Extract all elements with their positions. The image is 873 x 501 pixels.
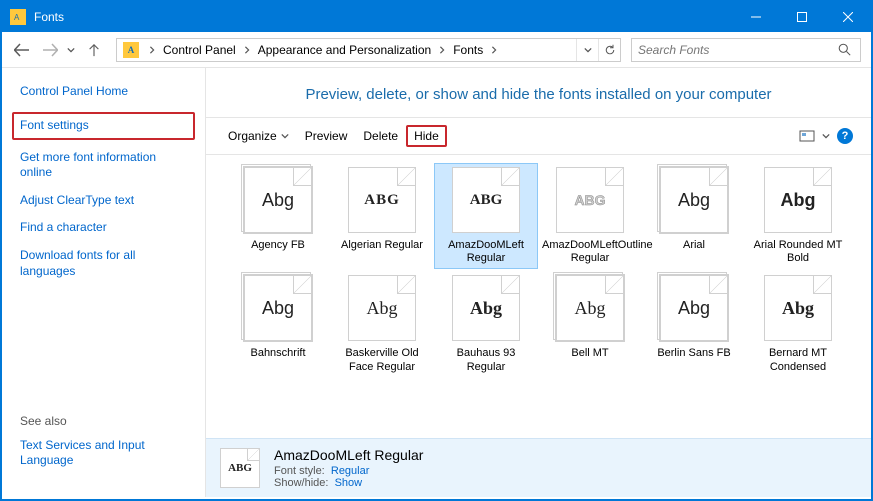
font-thumbnail: Abg [244,167,312,233]
font-label: Algerian Regular [341,239,423,252]
font-label: Agency FB [251,239,305,252]
search-icon[interactable] [834,43,854,56]
font-item[interactable]: Abg Berlin Sans FB [642,271,746,377]
forward-button[interactable] [36,36,64,64]
help-button[interactable]: ? [833,124,857,148]
chevron-right-icon[interactable] [435,46,449,54]
font-thumbnail: Abg [660,275,728,341]
font-label: AmazDooMLeftOutline Regular [542,239,638,265]
titlebar: A Fonts [2,2,871,32]
sidebar-link-more-info[interactable]: Get more font information online [20,150,187,181]
font-thumbnail: Abg [556,275,624,341]
font-item[interactable]: ABG AmazDooMLeftOutline Regular [538,163,642,269]
font-thumbnail: ABG [452,167,520,233]
font-item[interactable]: Abg Arial [642,163,746,269]
details-font-style[interactable]: Regular [331,465,370,477]
font-item[interactable]: ABG Algerian Regular [330,163,434,269]
recent-dropdown[interactable] [64,36,78,64]
font-item[interactable]: Abg Bahnschrift [226,271,330,377]
font-thumbnail: Abg [764,275,832,341]
chevron-right-icon[interactable] [145,46,159,54]
font-item[interactable]: Abg Bauhaus 93 Regular [434,271,538,377]
font-label: Arial [683,239,705,252]
search-input[interactable] [638,43,834,57]
search-box[interactable] [631,38,861,62]
font-label: Bell MT [571,347,608,360]
see-also-heading: See also [20,414,187,428]
address-dropdown[interactable] [576,39,598,61]
font-thumbnail: Abg [764,167,832,233]
control-panel-home-link[interactable]: Control Panel Home [20,84,187,98]
font-label: Baskerville Old Face Regular [334,347,430,373]
font-label: Berlin Sans FB [657,347,730,360]
breadcrumb-item[interactable]: Control Panel [159,39,240,61]
font-grid: Abg Agency FB ABG Algerian Regular ABG AmazDo… [206,155,871,438]
font-item[interactable]: Abg Bell MT [538,271,642,377]
font-thumbnail: Abg [452,275,520,341]
font-thumbnail: Abg [244,275,312,341]
breadcrumb-item[interactable]: Fonts [449,39,487,61]
preview-button[interactable]: Preview [297,125,356,147]
sidebar-link-text-services[interactable]: Text Services and Input Language [20,438,187,469]
font-thumbnail: Abg [348,275,416,341]
delete-button[interactable]: Delete [355,125,406,147]
font-item[interactable]: ABG AmazDooMLeft Regular [434,163,538,269]
details-showhide[interactable]: Show [335,477,363,489]
refresh-button[interactable] [598,39,620,61]
minimize-button[interactable] [733,2,779,32]
page-title: Preview, delete, or show and hide the fo… [206,68,871,117]
organize-button[interactable]: Organize [220,125,297,147]
details-pane: ABG AmazDooMLeft Regular Font style: Reg… [206,438,871,497]
font-label: Bahnschrift [250,347,305,360]
navbar: A Control Panel Appearance and Personali… [2,32,871,68]
up-button[interactable] [82,38,106,62]
font-thumbnail: ABG [348,167,416,233]
font-label: Arial Rounded MT Bold [750,239,846,265]
hide-button[interactable]: Hide [406,125,447,147]
sidebar-link-download-fonts[interactable]: Download fonts for all languages [20,248,187,279]
chevron-right-icon[interactable] [487,46,501,54]
toolbar: Organize Preview Delete Hide ? [206,117,871,155]
font-label: Bauhaus 93 Regular [438,347,534,373]
fonts-folder-icon: A [123,42,139,58]
window-title: Fonts [34,10,733,24]
sidebar-link-find-char[interactable]: Find a character [20,220,187,236]
view-options-button[interactable] [795,124,819,148]
breadcrumb-item[interactable]: Appearance and Personalization [254,39,435,61]
fonts-folder-icon: A [10,9,26,25]
font-label: Bernard MT Condensed [750,347,846,373]
back-button[interactable] [8,36,36,64]
sidebar: Control Panel Home Font settings Get mor… [2,68,206,497]
font-label: AmazDooMLeft Regular [438,239,534,265]
font-item[interactable]: Abg Arial Rounded MT Bold [746,163,850,269]
address-bar[interactable]: A Control Panel Appearance and Personali… [116,38,621,62]
font-thumbnail: ABG [556,167,624,233]
view-dropdown[interactable] [819,124,833,148]
font-item[interactable]: Abg Agency FB [226,163,330,269]
sidebar-link-font-settings[interactable]: Font settings [12,112,195,140]
font-item[interactable]: Abg Baskerville Old Face Regular [330,271,434,377]
details-title: AmazDooMLeft Regular [274,447,423,463]
close-button[interactable] [825,2,871,32]
font-item[interactable]: Abg Bernard MT Condensed [746,271,850,377]
details-thumbnail: ABG [220,448,260,488]
svg-text:A: A [14,13,20,22]
sidebar-link-cleartype[interactable]: Adjust ClearType text [20,193,187,209]
chevron-right-icon[interactable] [240,46,254,54]
font-thumbnail: Abg [660,167,728,233]
maximize-button[interactable] [779,2,825,32]
